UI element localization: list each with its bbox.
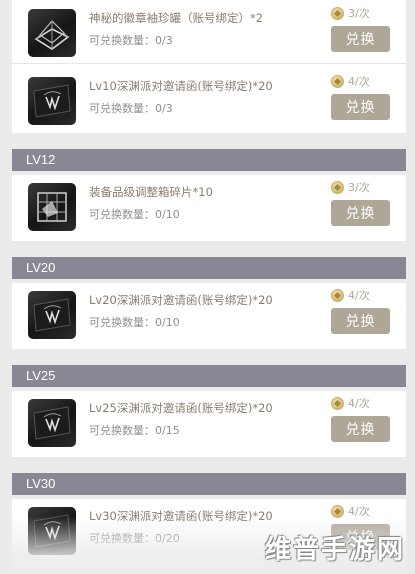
gold-coin-icon [331, 396, 344, 410]
section-card-lv12: 装备品级调整箱碎片*10 可兑换数量：0/10 3/次 兑换 [12, 175, 406, 241]
section-header-lv25: LV25 [12, 365, 406, 387]
item-name: Lv10深渊派对邀请函(账号绑定)*20 [89, 79, 273, 93]
section-header-lv30: LV30 [12, 473, 406, 495]
invitation-card-icon [28, 399, 76, 447]
section-header-lv12: LV12 [12, 149, 406, 171]
item-price: 4/次 [331, 395, 370, 411]
top-item-card: 神秘的徽章袖珍罐（账号绑定）*2 可兑换数量：0/3 3/次 兑换 Lv10深渊… [12, 0, 406, 133]
item-name: Lv20深渊派对邀请函(账号绑定)*20 [89, 293, 273, 307]
item-price: 4/次 [331, 287, 370, 303]
list-item: 装备品级调整箱碎片*10 可兑换数量：0/10 3/次 兑换 [12, 178, 406, 238]
invitation-card-icon [28, 291, 76, 339]
item-price: 4/次 [331, 73, 370, 89]
item-name: 装备品级调整箱碎片*10 [89, 185, 213, 199]
price-label: 3/次 [348, 7, 370, 20]
item-price: 3/次 [331, 5, 370, 21]
item-quantity: 可兑换数量：0/10 [89, 208, 180, 221]
gold-coin-icon [331, 288, 344, 302]
item-name: Lv25深渊派对邀请函(账号绑定)*20 [89, 401, 273, 415]
badge-jar-icon [28, 9, 76, 57]
invitation-card-icon [28, 77, 76, 125]
list-item: 神秘的徽章袖珍罐（账号绑定）*2 可兑换数量：0/3 3/次 兑换 [12, 4, 406, 64]
list-item: Lv25深渊派对邀请函(账号绑定)*20 可兑换数量：0/15 4/次 兑换 [12, 394, 406, 454]
gold-coin-icon [331, 180, 344, 194]
item-name: Lv30深渊派对邀请函(账号绑定)*20 [89, 509, 273, 523]
section-card-lv25: Lv25深渊派对邀请函(账号绑定)*20 可兑换数量：0/15 4/次 兑换 [12, 391, 406, 457]
divider [12, 63, 406, 64]
exchange-button[interactable]: 兑换 [331, 416, 390, 442]
item-quantity: 可兑换数量：0/15 [89, 424, 180, 437]
price-label: 4/次 [348, 289, 370, 302]
price-label: 4/次 [348, 505, 370, 518]
item-quantity: 可兑换数量：0/3 [89, 102, 173, 115]
item-quantity: 可兑换数量：0/20 [89, 532, 180, 545]
equipment-box-fragment-icon [28, 183, 76, 231]
price-label: 4/次 [348, 75, 370, 88]
gold-coin-icon [331, 504, 344, 518]
exchange-button[interactable]: 兑换 [331, 26, 390, 52]
list-item: Lv20深渊派对邀请函(账号绑定)*20 可兑换数量：0/10 4/次 兑换 [12, 286, 406, 346]
section-card-lv20: Lv20深渊派对邀请函(账号绑定)*20 可兑换数量：0/10 4/次 兑换 [12, 283, 406, 349]
item-quantity: 可兑换数量：0/10 [89, 316, 180, 329]
item-price: 4/次 [331, 503, 370, 519]
list-item: Lv10深渊派对邀请函(账号绑定)*20 可兑换数量：0/3 4/次 兑换 [12, 72, 406, 132]
price-label: 4/次 [348, 397, 370, 410]
price-label: 3/次 [348, 181, 370, 194]
item-name: 神秘的徽章袖珍罐（账号绑定）*2 [89, 11, 264, 25]
item-price: 3/次 [331, 179, 370, 195]
watermark: 维普手游网 [264, 535, 405, 565]
exchange-button[interactable]: 兑换 [331, 200, 390, 226]
gold-coin-icon [331, 74, 344, 88]
item-quantity: 可兑换数量：0/3 [89, 34, 173, 47]
exchange-button[interactable]: 兑换 [331, 94, 390, 120]
invitation-card-icon [28, 507, 76, 555]
exchange-button[interactable]: 兑换 [331, 308, 390, 334]
gold-coin-icon [331, 6, 344, 20]
section-header-lv20: LV20 [12, 257, 406, 279]
